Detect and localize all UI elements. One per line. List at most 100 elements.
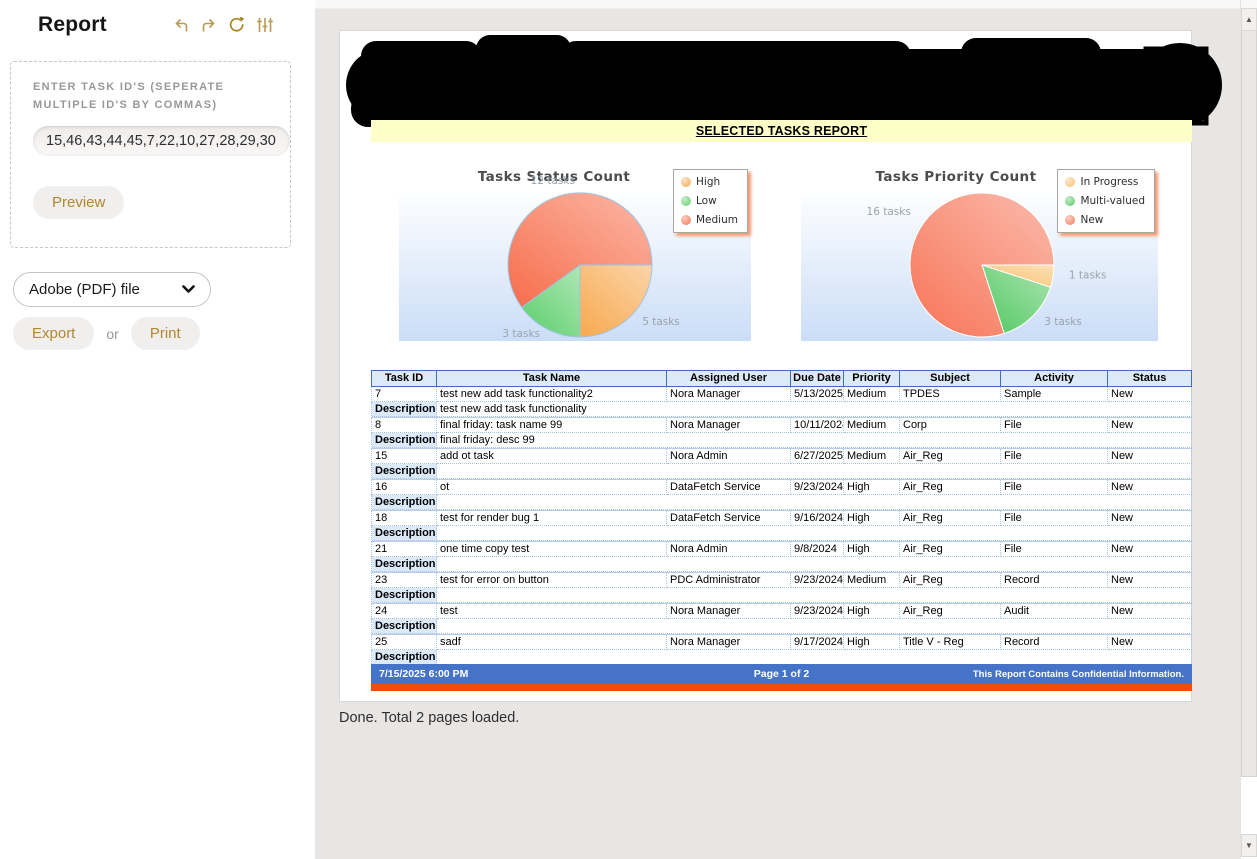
- table-cell: 10/11/2024: [791, 418, 844, 433]
- table-row: 25sadfNora Manager9/17/2024HighTitle V -…: [371, 635, 1192, 650]
- vertical-scrollbar[interactable]: ▲ ▼: [1240, 0, 1257, 859]
- legend-item: Medium: [681, 214, 738, 226]
- description-value: [437, 619, 1192, 634]
- table-row: 7test new add task functionality2Nora Ma…: [371, 387, 1192, 402]
- chart-legend: HighLowMedium: [673, 169, 748, 233]
- table-cell: Air_Reg: [900, 449, 1001, 464]
- sidebar: Report: [0, 0, 315, 859]
- scrollbar-up-button[interactable]: ▲: [1241, 8, 1257, 31]
- pie-slice-count-label: 1 tasks: [1069, 269, 1107, 281]
- table-body: 7test new add task functionality2Nora Ma…: [371, 387, 1192, 666]
- table-cell: one time copy test: [437, 542, 667, 557]
- table-cell: Nora Manager: [667, 418, 791, 433]
- table-cell: New: [1108, 449, 1192, 464]
- refresh-icon[interactable]: [227, 15, 247, 35]
- export-button[interactable]: Export: [13, 317, 94, 350]
- export-format-value: Adobe (PDF) file: [29, 281, 140, 298]
- table-cell: Air_Reg: [900, 604, 1001, 619]
- table-header-cell: Task Name: [437, 371, 667, 386]
- description-value: final friday: desc 99: [437, 433, 1192, 448]
- legend-label: New: [1080, 214, 1103, 226]
- or-label: or: [106, 326, 118, 342]
- description-label: Description:: [372, 464, 437, 479]
- description-row: Description:: [371, 495, 1192, 511]
- description-row: Description:: [371, 588, 1192, 604]
- table-cell: DataFetch Service: [667, 511, 791, 526]
- table-cell: 9/23/2024: [791, 573, 844, 588]
- print-button[interactable]: Print: [131, 317, 200, 350]
- table-cell: Audit: [1001, 604, 1108, 619]
- pie-slice-count-label: 3 tasks: [502, 328, 540, 340]
- table-cell: Air_Reg: [900, 511, 1001, 526]
- table-cell: Medium: [844, 387, 900, 402]
- table-cell: test new add task functionality2: [437, 387, 667, 402]
- description-row: Description:: [371, 526, 1192, 542]
- scrollbar-thumb[interactable]: [1241, 31, 1257, 777]
- description-label: Description:: [372, 526, 437, 541]
- redo-icon[interactable]: [199, 15, 219, 35]
- preview-button[interactable]: Preview: [33, 186, 124, 219]
- table-cell: TPDES: [900, 387, 1001, 402]
- undo-icon[interactable]: [171, 15, 191, 35]
- table-header-cell: Task ID: [372, 371, 437, 386]
- page-title: Report: [38, 13, 107, 37]
- chart-tasks-priority: Tasks Priority Count 1 tasks3 tasks16 ta…: [801, 167, 1158, 341]
- legend-label: Low: [696, 195, 717, 207]
- filter-sliders-icon[interactable]: [255, 15, 275, 35]
- description-label: Description:: [372, 650, 437, 665]
- table-cell: Title V - Reg: [900, 635, 1001, 650]
- description-label: Description:: [372, 402, 437, 417]
- scrollbar-track[interactable]: [1241, 777, 1257, 834]
- legend-swatch-icon: [1065, 177, 1075, 187]
- legend-item: In Progress: [1065, 176, 1145, 188]
- export-format-select[interactable]: Adobe (PDF) file: [13, 272, 211, 307]
- table-cell: Record: [1001, 635, 1108, 650]
- sidebar-toolbar: [171, 15, 275, 35]
- pie-slice: [580, 265, 652, 337]
- table-cell: New: [1108, 511, 1192, 526]
- table-cell: test: [437, 604, 667, 619]
- description-value: [437, 588, 1192, 603]
- table-cell: 24: [372, 604, 437, 619]
- description-value: test new add task functionality: [437, 402, 1192, 417]
- report-banner: SELECTED TASKS REPORT: [371, 120, 1192, 142]
- table-cell: final friday: task name 99: [437, 418, 667, 433]
- table-cell: 9/23/2024: [791, 480, 844, 495]
- description-value: [437, 557, 1192, 572]
- table-row: 23test for error on buttonPDC Administra…: [371, 573, 1192, 588]
- table-row: 15add ot taskNora Admin6/27/2025MediumAi…: [371, 449, 1192, 464]
- table-cell: ot: [437, 480, 667, 495]
- legend-item: New: [1065, 214, 1145, 226]
- table-cell: New: [1108, 387, 1192, 402]
- footer-confidential-note: This Report Contains Confidential Inform…: [916, 669, 1184, 680]
- pie-slice-count-label: 3 tasks: [1044, 316, 1082, 328]
- pie-slice-count-label: 5 tasks: [642, 316, 680, 328]
- table-cell: 9/23/2024: [791, 604, 844, 619]
- report-table: Task IDTask NameAssigned UserDue DatePri…: [371, 370, 1192, 666]
- legend-label: Medium: [696, 214, 738, 226]
- table-cell: 25: [372, 635, 437, 650]
- table-cell: New: [1108, 604, 1192, 619]
- table-cell: 8: [372, 418, 437, 433]
- table-header-cell: Priority: [844, 371, 900, 386]
- description-row: Description:: [371, 619, 1192, 635]
- table-cell: Air_Reg: [900, 480, 1001, 495]
- footer-orange-stripe: [371, 684, 1192, 691]
- table-cell: New: [1108, 542, 1192, 557]
- pie-slice-count-label: 16 tasks: [867, 206, 911, 218]
- table-cell: File: [1001, 449, 1108, 464]
- table-cell: 9/16/2024: [791, 511, 844, 526]
- load-status-text: Done. Total 2 pages loaded.: [339, 710, 519, 726]
- table-cell: Nora Manager: [667, 387, 791, 402]
- table-cell: 9/8/2024: [791, 542, 844, 557]
- table-cell: Nora Admin: [667, 542, 791, 557]
- table-row: 16otDataFetch Service9/23/2024HighAir_Re…: [371, 480, 1192, 495]
- table-cell: File: [1001, 480, 1108, 495]
- description-value: [437, 464, 1192, 479]
- table-cell: Corp: [900, 418, 1001, 433]
- scrollbar-down-button[interactable]: ▼: [1241, 834, 1257, 857]
- table-cell: test for error on button: [437, 573, 667, 588]
- task-ids-input[interactable]: [33, 126, 290, 156]
- report-preview-area: SELECTED TASKS REPORT Tasks Status Count…: [315, 0, 1240, 859]
- table-cell: add ot task: [437, 449, 667, 464]
